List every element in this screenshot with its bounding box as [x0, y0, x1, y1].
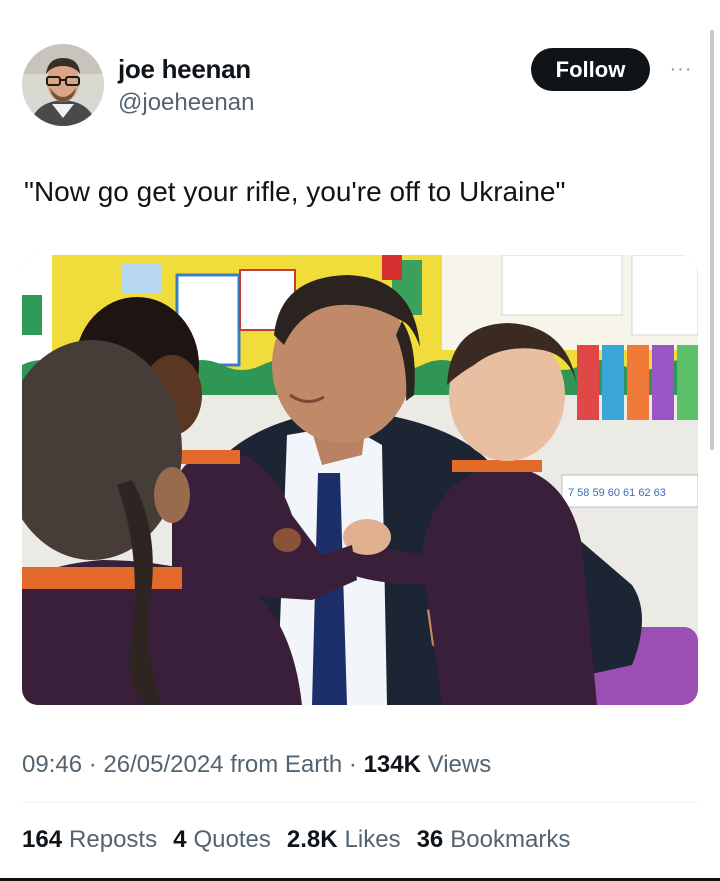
quotes-stat[interactable]: 4 Quotes — [173, 826, 271, 854]
numberline-text: 7 58 59 60 61 62 63 — [568, 487, 666, 499]
quotes-count: 4 — [173, 826, 187, 853]
avatar[interactable] — [22, 44, 104, 126]
avatar-photo — [22, 44, 104, 126]
reposts-stat[interactable]: 164 Reposts — [22, 826, 157, 854]
author-handle[interactable]: @joeheenan — [118, 89, 254, 117]
tweet-time[interactable]: 09:46 — [22, 751, 82, 778]
likes-stat[interactable]: 2.8K Likes — [287, 826, 401, 854]
engagement-stats: 164 Reposts 4 Quotes 2.8K Likes 36 Bookm… — [22, 826, 570, 854]
likes-label: Likes — [344, 826, 401, 853]
author-name[interactable]: joe heenan — [118, 54, 251, 85]
follow-button[interactable]: Follow — [531, 48, 650, 91]
quotes-label: Quotes — [193, 826, 271, 853]
scrollbar[interactable] — [710, 30, 714, 450]
tweet-text: "Now go get your rifle, you're off to Uk… — [24, 176, 566, 207]
bookmarks-label: Bookmarks — [450, 826, 571, 853]
views-label: Views — [427, 751, 492, 778]
classroom-photo: 7 58 59 60 61 62 63 — [22, 255, 698, 705]
reposts-label: Reposts — [69, 826, 158, 853]
reposts-count: 164 — [22, 826, 63, 853]
tweet-meta: 09:46 · 26/05/2024 from Earth · 134K Vie… — [22, 751, 491, 779]
more-options-icon[interactable]: ··· — [666, 56, 696, 82]
separator: · — [348, 751, 364, 778]
tweet-date[interactable]: 26/05/2024 — [103, 751, 223, 778]
likes-count: 2.8K — [286, 826, 338, 853]
bookmarks-stat[interactable]: 36 Bookmarks — [417, 826, 571, 854]
tweet-image[interactable]: 7 58 59 60 61 62 63 — [22, 255, 698, 705]
views-count: 134K — [363, 751, 421, 778]
divider — [22, 802, 698, 803]
tweet-source: from Earth — [230, 751, 343, 778]
separator: · — [88, 751, 104, 778]
bookmarks-count: 36 — [416, 826, 444, 853]
